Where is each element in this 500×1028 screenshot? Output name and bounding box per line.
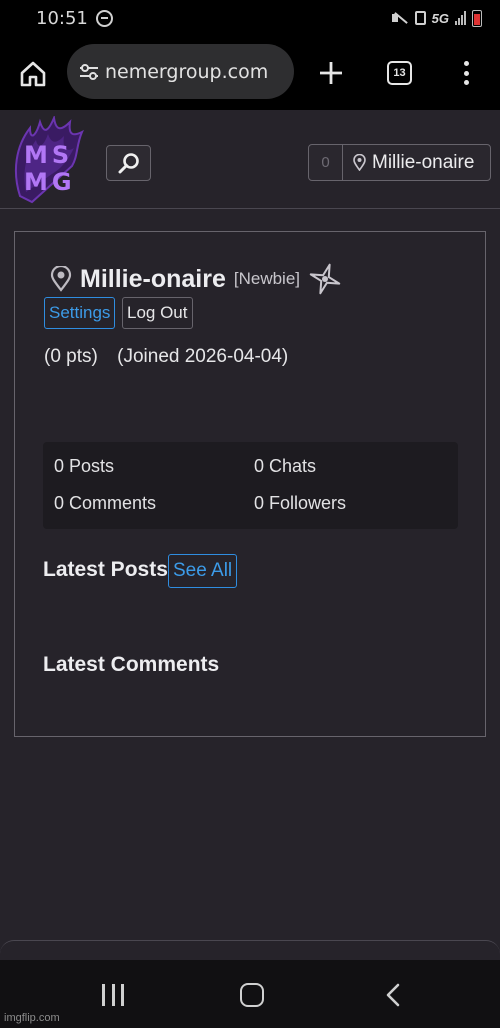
stat-comments[interactable]: 0 Comments bbox=[54, 493, 156, 514]
site-settings-icon[interactable] bbox=[77, 60, 101, 84]
stat-followers[interactable]: 0 Followers bbox=[254, 493, 346, 514]
rank-badge: [Newbie] bbox=[233, 269, 301, 288]
see-all-button[interactable]: See All bbox=[168, 554, 238, 588]
points-text: (0 pts) bbox=[44, 346, 98, 367]
mute-icon bbox=[391, 11, 409, 25]
watermark: imgflip.com bbox=[4, 1012, 60, 1024]
stat-chats[interactable]: 0 Chats bbox=[254, 456, 316, 477]
user-menu[interactable]: 0 Millie-onaire bbox=[308, 144, 491, 181]
latest-posts-heading: Latest Posts bbox=[43, 558, 168, 581]
search-button[interactable] bbox=[106, 145, 151, 181]
lock-icon bbox=[414, 11, 426, 25]
location-pin-icon bbox=[50, 266, 72, 292]
new-tab-icon[interactable] bbox=[318, 60, 344, 86]
address-bar[interactable]: nemergroup.com bbox=[67, 44, 294, 99]
profile-name-row: Millie-onaire [Newbie] bbox=[50, 262, 342, 296]
stats-panel: 0 Posts 0 Chats 0 Comments 0 Followers bbox=[43, 442, 458, 529]
notification-count[interactable]: 0 bbox=[309, 145, 343, 180]
latest-comments-heading: Latest Comments bbox=[43, 653, 220, 676]
logo-line-1: MS bbox=[24, 141, 74, 169]
url-text: nemergroup.com bbox=[105, 60, 269, 83]
search-icon bbox=[118, 153, 139, 174]
logout-button[interactable]: Log Out bbox=[122, 297, 193, 329]
profile-card: Millie-onaire [Newbie] Settings Log Out … bbox=[14, 231, 486, 737]
battery-icon bbox=[472, 9, 482, 27]
back-icon[interactable] bbox=[383, 983, 403, 1007]
page-footer-edge bbox=[0, 940, 500, 960]
home-icon[interactable] bbox=[19, 60, 47, 88]
more-menu-icon[interactable] bbox=[459, 59, 473, 87]
stat-posts[interactable]: 0 Posts bbox=[54, 456, 114, 477]
status-bar: 10:51 5G bbox=[0, 0, 500, 36]
network-type: 5G bbox=[431, 10, 449, 26]
system-nav-bar bbox=[0, 960, 500, 1028]
location-pin-icon bbox=[353, 154, 366, 171]
home-button-icon[interactable] bbox=[240, 983, 264, 1007]
do-not-disturb-icon bbox=[95, 9, 113, 27]
profile-meta: (0 pts) (Joined 2026-04-04) bbox=[44, 346, 288, 368]
sparkle-icon bbox=[309, 263, 341, 295]
site-header: MS MG 0 Millie-onaire bbox=[0, 110, 500, 209]
header-username: Millie-onaire bbox=[372, 151, 475, 173]
status-time: 10:51 bbox=[36, 7, 88, 29]
settings-button[interactable]: Settings bbox=[44, 297, 116, 329]
browser-toolbar: nemergroup.com 13 bbox=[0, 36, 500, 110]
status-icons: 5G bbox=[391, 9, 482, 27]
signal-icon bbox=[455, 11, 466, 25]
user-menu-button[interactable]: Millie-onaire bbox=[343, 145, 474, 180]
site-logo-text[interactable]: MS MG bbox=[24, 142, 88, 196]
page-content: MS MG 0 Millie-onaire Millie-onaire [New… bbox=[0, 110, 500, 960]
logo-line-2: MG bbox=[24, 168, 76, 196]
recent-apps-icon[interactable] bbox=[102, 984, 124, 1006]
tab-switcher-button[interactable]: 13 bbox=[387, 61, 412, 85]
profile-username: Millie-onaire bbox=[80, 264, 226, 293]
joined-date: (Joined 2026-04-04) bbox=[117, 346, 289, 367]
